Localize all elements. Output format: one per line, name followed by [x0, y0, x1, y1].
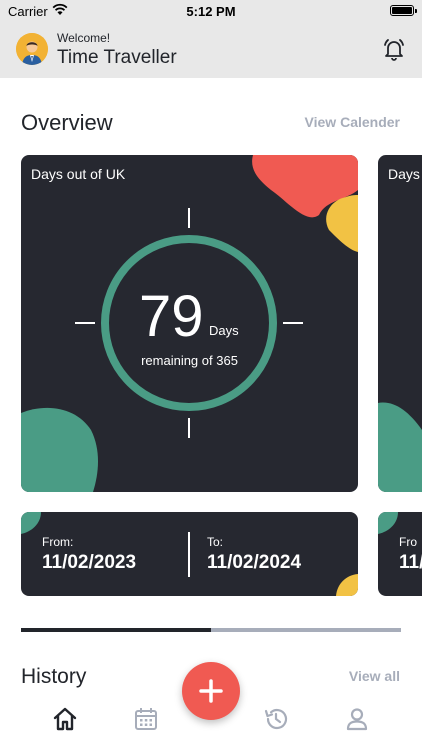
- bell-icon[interactable]: [382, 37, 406, 61]
- overview-title: Overview: [21, 110, 113, 135]
- add-button[interactable]: [182, 662, 240, 720]
- days-count: 79: [139, 284, 204, 349]
- history-icon[interactable]: [263, 706, 289, 732]
- home-icon[interactable]: [52, 706, 78, 732]
- from-label: From:: [42, 535, 74, 549]
- history-title: History: [21, 665, 87, 688]
- view-all-link[interactable]: View all: [349, 668, 400, 684]
- days-out-card[interactable]: Days out of UK 79 Days remaining of 365: [21, 155, 358, 492]
- status-time: 5:12 PM: [186, 4, 236, 19]
- user-avatar-icon[interactable]: [16, 33, 48, 65]
- plus-icon: [199, 679, 223, 703]
- view-calendar-link[interactable]: View Calender: [305, 114, 400, 130]
- from-label: Fro: [399, 535, 417, 549]
- calendar-icon[interactable]: [133, 706, 159, 732]
- card-title: Days out of UK: [31, 166, 126, 182]
- remaining-text: remaining of 365: [141, 353, 238, 368]
- card-decoration: [378, 402, 422, 492]
- to-label: To:: [207, 535, 224, 549]
- from-date: 11/02/2023: [42, 552, 137, 573]
- battery-icon: [390, 5, 417, 16]
- carousel-indicator-fill: [21, 628, 211, 632]
- carousel-indicator: [21, 628, 401, 632]
- welcome-text: Welcome!: [57, 31, 111, 45]
- card-title: Days: [388, 166, 420, 182]
- status-bar: Carrier 5:12 PM: [0, 0, 422, 22]
- range-divider: [188, 532, 190, 577]
- next-range-card-peek[interactable]: Fro 11/: [378, 512, 422, 596]
- app-header: Welcome! Time Traveller: [0, 22, 422, 78]
- to-date: 11/02/2024: [207, 552, 302, 573]
- profile-icon[interactable]: [344, 706, 370, 732]
- user-name: Time Traveller: [57, 47, 177, 68]
- days-unit: Days: [209, 323, 239, 338]
- date-range-card[interactable]: From: 11/02/2023 To: 11/02/2024: [21, 512, 358, 596]
- next-card-peek[interactable]: Days: [378, 155, 422, 492]
- from-date: 11/: [399, 552, 422, 573]
